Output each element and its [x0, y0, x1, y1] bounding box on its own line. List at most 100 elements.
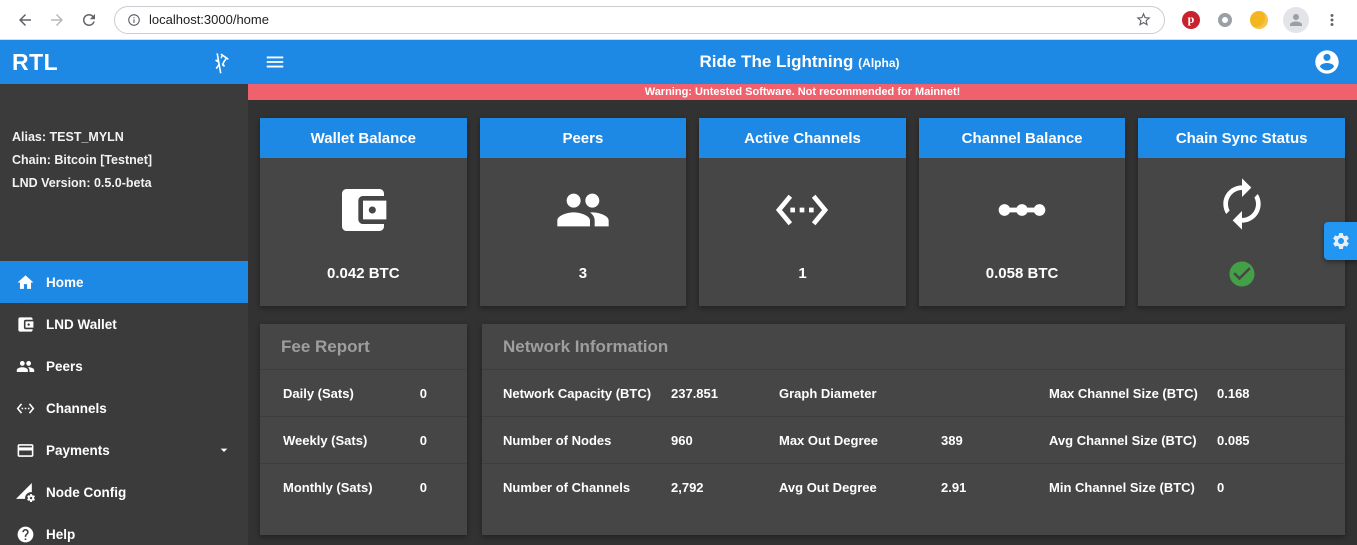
net-label: Graph Diameter — [779, 385, 877, 401]
peers-card: Peers 3 — [479, 118, 687, 306]
sidebar-brand: RTL — [0, 40, 248, 84]
sidebar-item-payments[interactable]: Payments — [0, 429, 248, 471]
browser-menu-button[interactable] — [1317, 5, 1347, 35]
net-label: Number of Channels — [503, 479, 631, 495]
reload-button[interactable] — [74, 5, 104, 35]
dashboard-content: Wallet Balance 0.042 BTC Peers 3 Active … — [248, 100, 1357, 545]
wallet-balance-value: 0.042 BTC — [327, 265, 400, 282]
net-value: 0.085 — [1217, 432, 1250, 448]
sidebar-item-peers[interactable]: Peers — [0, 345, 248, 387]
back-arrow-icon — [19, 13, 31, 26]
net-value: 2.91 — [941, 479, 967, 495]
node-chain: Chain: Bitcoin [Testnet] — [12, 153, 153, 168]
channel-balance-value: 0.058 BTC — [985, 265, 1059, 282]
help-icon — [17, 526, 34, 543]
theme-settings-button[interactable] — [1324, 222, 1357, 260]
net-value: 0 — [1217, 479, 1225, 495]
account-circle-icon — [1315, 50, 1339, 74]
sync-icon — [1214, 176, 1270, 232]
channels-icon — [774, 182, 830, 238]
channels-icon — [16, 403, 35, 414]
account-button[interactable] — [1313, 48, 1341, 76]
card-title: Peers — [479, 118, 687, 158]
url-text[interactable]: localhost:3000/home — [149, 12, 1127, 27]
sidebar-item-node-config[interactable]: Node Config — [0, 471, 248, 513]
page-title: Ride The Lightning (Alpha) — [699, 52, 900, 71]
peers-count-value: 3 — [578, 265, 588, 282]
reload-icon — [83, 13, 95, 26]
network-information-panel: Network Information Network Capacity (BT… — [482, 324, 1345, 535]
hamburger-menu-button[interactable] — [264, 51, 286, 73]
mainnet-warning-banner: Warning: Untested Software. Not recommen… — [248, 84, 1357, 100]
check-circle-icon — [1227, 259, 1257, 289]
bookmark-star-icon[interactable] — [1135, 11, 1152, 28]
sidebar: RTL Alias: TEST_MYLN Chain: Bitcoin [Tes… — [0, 40, 248, 545]
fee-report-title: Fee Report — [281, 337, 370, 356]
address-bar[interactable]: localhost:3000/home — [114, 5, 1165, 34]
net-value: 960 — [671, 432, 693, 448]
home-icon — [17, 275, 34, 289]
back-button[interactable] — [10, 5, 40, 35]
net-value: 2,792 — [671, 479, 704, 495]
node-version: LND Version: 0.5.0-beta — [12, 176, 152, 191]
main-area: Ride The Lightning (Alpha) Warning: Unte… — [248, 40, 1357, 545]
network-info-row: Network Capacity (BTC) 237.851 Graph Dia… — [482, 369, 1345, 416]
card-title: Channel Balance — [918, 118, 1126, 158]
net-label: Max Out Degree — [779, 432, 878, 448]
fee-row-daily: Daily (Sats) 0 — [260, 369, 467, 416]
people-icon — [555, 182, 611, 238]
network-info-row: Number of Channels 2,792 Avg Out Degree … — [482, 463, 1345, 510]
net-label: Min Channel Size (BTC) — [1049, 479, 1195, 495]
net-label: Max Channel Size (BTC) — [1049, 385, 1198, 401]
unpin-sidebar-button[interactable] — [211, 52, 230, 73]
sidebar-item-lnd-wallet[interactable]: LND Wallet — [0, 303, 248, 345]
sidebar-menu: Home LND Wallet Peers Channels Payments — [0, 261, 248, 545]
channel-balance-card: Channel Balance 0.058 BTC — [918, 118, 1126, 306]
network-info-row: Number of Nodes 960 Max Out Degree 389 A… — [482, 416, 1345, 463]
fee-row-monthly: Monthly (Sats) 0 — [260, 463, 467, 510]
wallet-icon — [18, 317, 34, 332]
net-label: Network Capacity (BTC) — [503, 385, 652, 401]
stat-cards-row: Wallet Balance 0.042 BTC Peers 3 Active … — [260, 118, 1345, 306]
sidebar-item-help[interactable]: Help — [0, 513, 248, 545]
extension-yellow-icon[interactable] — [1248, 9, 1270, 31]
active-channels-value: 1 — [798, 265, 807, 282]
card-title: Active Channels — [699, 118, 906, 158]
payments-icon — [17, 444, 34, 457]
gear-icon — [1332, 233, 1349, 249]
network-information-title: Network Information — [503, 337, 669, 356]
node-config-icon — [16, 482, 35, 502]
app-toolbar: Ride The Lightning (Alpha) — [248, 40, 1357, 84]
page-info-icon[interactable] — [127, 13, 141, 27]
pin-off-icon — [215, 52, 229, 73]
bottom-panels-row: Fee Report Daily (Sats) 0 Weekly (Sats) … — [260, 324, 1345, 535]
extension-ring-icon[interactable] — [1214, 9, 1236, 31]
wallet-icon — [335, 182, 391, 238]
forward-button[interactable] — [42, 5, 72, 35]
alpha-tag: (Alpha) — [858, 56, 900, 70]
hamburger-icon — [266, 56, 284, 68]
sidebar-item-home[interactable]: Home — [0, 261, 248, 304]
node-alias: Alias: TEST_MYLN — [12, 130, 124, 144]
chain-sync-status-card: Chain Sync Status — [1138, 118, 1345, 306]
card-title: Wallet Balance — [260, 118, 467, 158]
browser-toolbar: localhost:3000/home p — [0, 0, 1357, 40]
net-label: Avg Channel Size (BTC) — [1049, 432, 1197, 448]
active-channels-card: Active Channels 1 — [699, 118, 906, 306]
sidebar-item-channels[interactable]: Channels — [0, 387, 248, 429]
wallet-balance-card: Wallet Balance 0.042 BTC — [260, 118, 467, 306]
node-info: Alias: TEST_MYLN Chain: Bitcoin [Testnet… — [12, 126, 236, 195]
forward-arrow-icon — [51, 13, 63, 26]
net-label: Avg Out Degree — [779, 479, 877, 495]
net-value: 389 — [941, 432, 963, 448]
people-icon — [16, 360, 35, 372]
net-value: 237.851 — [671, 385, 718, 401]
browser-profile-avatar[interactable] — [1283, 6, 1309, 33]
fee-row-weekly: Weekly (Sats) 0 — [260, 416, 467, 463]
fee-report-panel: Fee Report Daily (Sats) 0 Weekly (Sats) … — [260, 324, 467, 535]
card-title: Chain Sync Status — [1138, 118, 1345, 158]
chevron-down-icon — [216, 442, 232, 458]
net-value: 0.168 — [1217, 385, 1250, 401]
net-label: Number of Nodes — [503, 432, 612, 448]
extension-pinterest-icon[interactable]: p — [1180, 9, 1202, 31]
